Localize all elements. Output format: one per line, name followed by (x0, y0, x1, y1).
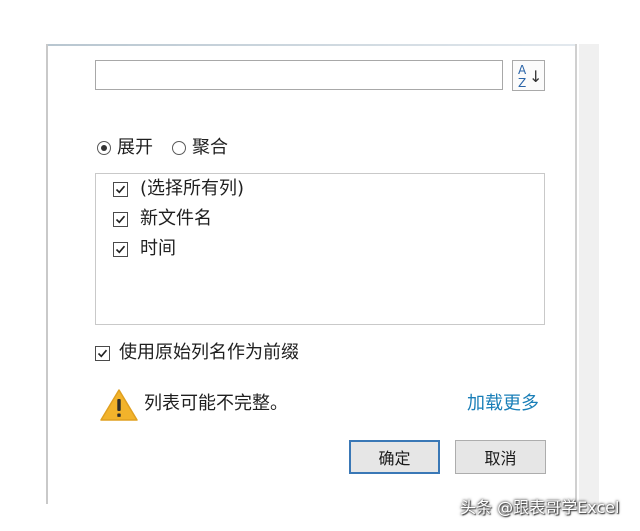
svg-text:↓: ↓ (529, 67, 542, 86)
checkbox-checked[interactable] (95, 345, 110, 361)
list-item-select-all[interactable]: (选择所有列) (113, 176, 244, 202)
radio-label-aggregate: 聚合 (192, 137, 228, 158)
warning-icon (100, 389, 138, 421)
dialog-top-border (46, 44, 576, 46)
sort-az-icon: A Z ↓ (518, 63, 542, 90)
radio-option-aggregate[interactable]: 聚合 (172, 136, 228, 160)
list-item-label: (选择所有列) (140, 178, 245, 199)
checkbox-checked[interactable] (113, 241, 128, 257)
svg-text:Z: Z (518, 76, 526, 90)
dialog-right-border (575, 44, 577, 504)
checkmark-icon (115, 245, 126, 253)
checkbox-checked[interactable] (113, 211, 128, 227)
radio-label-expand: 展开 (117, 137, 153, 158)
list-item-label: 时间 (140, 238, 176, 259)
use-original-column-name-prefix-option[interactable]: 使用原始列名作为前缀 (95, 340, 299, 366)
radio-button-checked[interactable] (97, 141, 111, 155)
checkbox-checked[interactable] (113, 181, 128, 197)
background-scrollbar[interactable] (579, 44, 599, 504)
list-item-new-filename[interactable]: 新文件名 (113, 206, 212, 232)
ok-button[interactable]: 确定 (349, 440, 440, 474)
checkmark-icon (115, 185, 126, 193)
svg-text:A: A (518, 63, 527, 77)
incomplete-list-warning-text: 列表可能不完整。 (144, 393, 288, 414)
radio-button-unchecked[interactable] (172, 141, 186, 155)
dialog-left-border (46, 44, 48, 504)
load-more-link[interactable]: 加载更多 (467, 392, 539, 416)
watermark: 头条 @跟表哥学Excel (460, 498, 620, 517)
radio-option-expand[interactable]: 展开 (97, 136, 153, 160)
checkmark-icon (115, 215, 126, 223)
prefix-option-label: 使用原始列名作为前缀 (119, 342, 299, 363)
column-search-input[interactable] (95, 60, 503, 90)
checkmark-icon (97, 349, 108, 357)
sort-az-button[interactable]: A Z ↓ (512, 60, 545, 91)
list-item-label: 新文件名 (140, 208, 212, 229)
cancel-button[interactable]: 取消 (455, 440, 546, 474)
list-item-time[interactable]: 时间 (113, 236, 176, 262)
